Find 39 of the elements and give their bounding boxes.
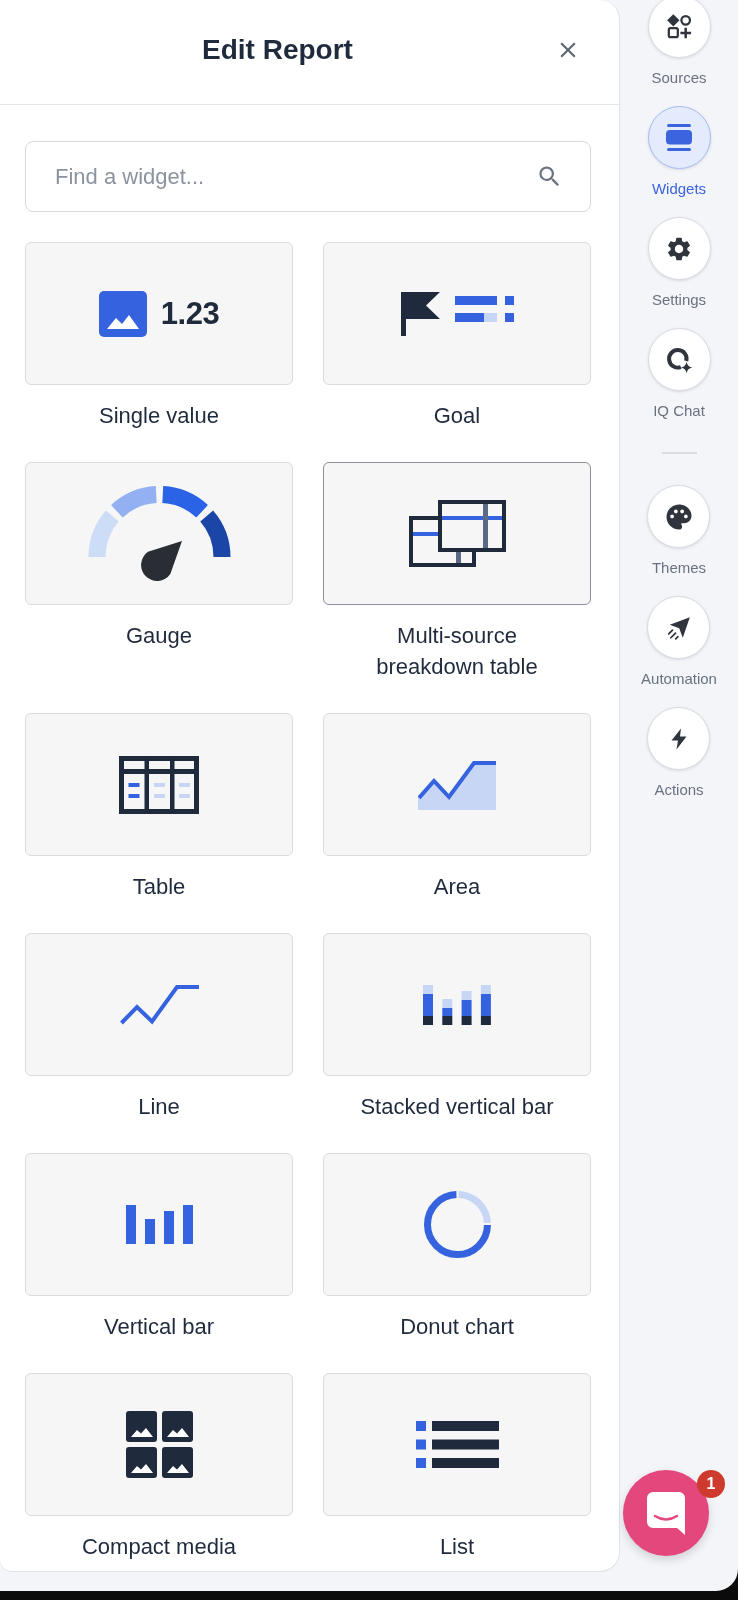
table-icon (119, 755, 199, 814)
sidebar-nav-item[interactable]: Actions (647, 707, 711, 799)
area-chart-icon (418, 759, 496, 810)
sidebar-nav-item[interactable]: Widgets (647, 106, 711, 198)
widget-label: Multi-source breakdown table (375, 622, 539, 681)
widget-tile[interactable] (323, 462, 591, 605)
donut-chart-icon (423, 1191, 491, 1258)
overlapping-tables-icon (408, 500, 506, 567)
widget-label: Area (433, 873, 481, 901)
sidebar-nav-item[interactable]: Sources (647, 0, 711, 87)
list-icon (415, 1421, 499, 1468)
widget-label: Table (132, 873, 186, 901)
widget-label: Single value (99, 402, 219, 430)
search-field[interactable]: Find a widget... (25, 141, 591, 212)
sidebar-nav-item[interactable]: Automation (641, 596, 717, 688)
widget-label: Line (138, 1093, 180, 1121)
stacked-bar-chart-icon (423, 984, 491, 1025)
sidebar-nav-item[interactable]: Settings (647, 217, 711, 309)
notification-badge: 1 (697, 1470, 725, 1498)
sidebar-nav-item[interactable]: Themes (647, 485, 711, 577)
widget-tile[interactable]: 1.23 (25, 242, 293, 385)
chat-bubble-icon (647, 1491, 685, 1535)
image-icon (98, 290, 147, 337)
widget-label: Compact media (81, 1533, 237, 1561)
sample-value: 1.23 (160, 295, 220, 332)
widget-label: Donut chart (400, 1313, 514, 1341)
gauge-icon (87, 486, 231, 581)
widget-label: Vertical bar (103, 1313, 215, 1341)
widget-label: Gauge (125, 622, 193, 650)
sidebar-nav-item[interactable]: IQ Chat (647, 328, 711, 420)
widget-label: Goal (433, 402, 481, 430)
image-grid-icon (125, 1411, 193, 1478)
bar-chart-icon (125, 1205, 193, 1244)
line-chart-icon (119, 984, 199, 1025)
flag-bars-icon (400, 291, 514, 336)
widget-label: List (439, 1533, 475, 1561)
widget-label: Stacked vertical bar (360, 1093, 554, 1121)
panel-title: Edit Report (201, 33, 354, 67)
chat-launcher-button[interactable] (623, 1470, 709, 1556)
